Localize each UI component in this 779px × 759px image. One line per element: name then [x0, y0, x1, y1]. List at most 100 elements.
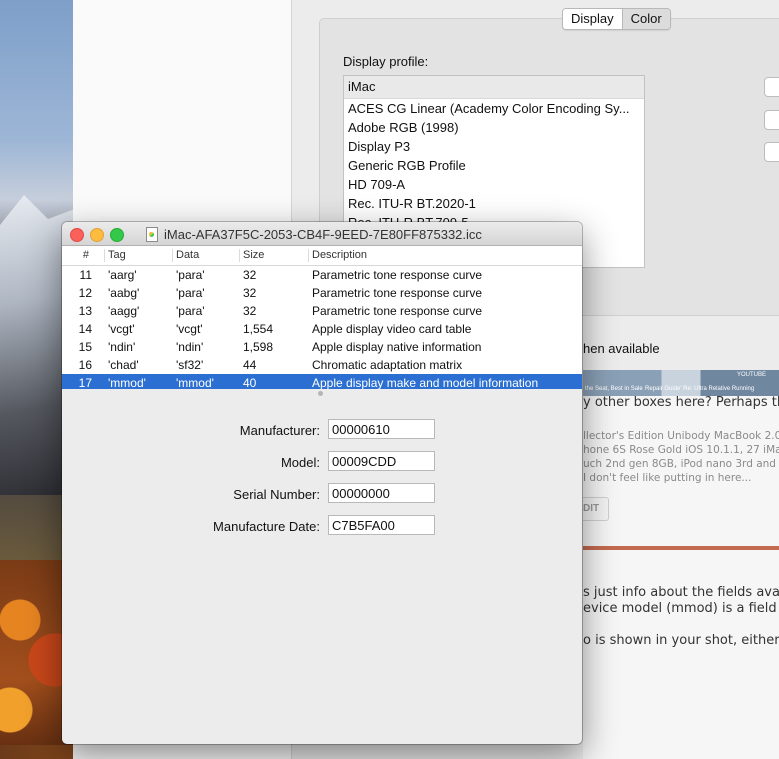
- post-text-line: evice model (mmod) is a field of i: [583, 601, 779, 616]
- model-field[interactable]: [328, 451, 435, 471]
- profile-list-item[interactable]: Rec. ITU-R BT.2020-1: [344, 194, 644, 213]
- cell-tag: 'aabg': [108, 286, 140, 300]
- segment-color[interactable]: Color: [622, 9, 670, 29]
- close-window-button[interactable]: [70, 228, 84, 242]
- cell-size: 1,598: [243, 340, 274, 354]
- cell-number: 12: [78, 286, 92, 300]
- cell-data: 'para': [176, 286, 205, 300]
- table-row[interactable]: 12 'aabg' 'para' 32 Parametric tone response…: [62, 284, 582, 302]
- profile-list-item[interactable]: Generic RGB Profile: [344, 156, 644, 175]
- cell-size: 32: [243, 268, 257, 282]
- post-text-line: o is shown in your shot, either.: [583, 633, 779, 648]
- signature-line: hone 6S Rose Gold iOS 10.1.1, 27 iMac: [583, 444, 779, 456]
- cell-description: Apple display video card table: [312, 322, 472, 336]
- edit-button[interactable]: DIT: [583, 497, 609, 521]
- signature-line: llector's Edition Unibody MacBook 2.0 C: [583, 430, 779, 442]
- webpage-fragment: the Seat, Best in Sale Repair Guide' Re:…: [583, 370, 779, 759]
- webpage-line: y other boxes here? Perhaps the: [583, 395, 779, 410]
- webpage-thumbnails[interactable]: the Seat, Best in Sale Repair Guide' Re:…: [583, 370, 779, 396]
- thumb-caption-right: YOUTUBE: [737, 372, 767, 378]
- cell-size: 40: [243, 376, 257, 389]
- profile-list-item[interactable]: HD 709-A: [344, 175, 644, 194]
- serial-number-label: Serial Number:: [233, 487, 320, 502]
- icc-inspector-window: iMac-AFA37F5C-2053-CB4F-9EED-7E80FF87533…: [62, 222, 582, 744]
- tag-table-header: # Tag Data Size Description: [62, 246, 582, 266]
- cell-tag: 'mmod': [108, 376, 146, 389]
- column-header-size[interactable]: Size: [243, 246, 264, 264]
- signature-line: uch 2nd gen 8GB, iPod nano 3rd and 4: [583, 458, 779, 470]
- window-titlebar[interactable]: iMac-AFA37F5C-2053-CB4F-9EED-7E80FF87533…: [62, 222, 582, 246]
- column-header-number[interactable]: #: [62, 246, 89, 264]
- cell-number: 11: [79, 268, 92, 282]
- cell-tag: 'aarg': [108, 268, 137, 282]
- post-text-line: s just info about the fields availa: [583, 585, 779, 600]
- cell-number: 15: [78, 340, 92, 354]
- tag-table-body: 11 'aarg' 'para' 32 Parametric tone response…: [62, 266, 582, 389]
- column-header-tag[interactable]: Tag: [108, 246, 126, 264]
- thumb-caption-mid: Repair Guide' Re: Ultra Relative Running: [645, 386, 755, 392]
- window-title: iMac-AFA37F5C-2053-CB4F-9EED-7E80FF87533…: [146, 225, 482, 243]
- cell-description: Chromatic adaptation matrix: [312, 358, 463, 372]
- signature-line: I don't feel like putting in here...: [583, 472, 752, 484]
- serial-number-field[interactable]: [328, 483, 435, 503]
- minimize-window-button[interactable]: [90, 228, 104, 242]
- delete-profile-button[interactable]: [764, 110, 779, 130]
- post-divider: [583, 546, 779, 550]
- cell-description: Parametric tone response curve: [312, 304, 483, 318]
- column-separator[interactable]: [308, 249, 309, 262]
- cell-tag: 'vcgt': [108, 322, 135, 336]
- column-header-description[interactable]: Description: [312, 246, 367, 264]
- cell-data: 'vcgt': [176, 322, 203, 336]
- cell-number: 16: [78, 358, 92, 372]
- cell-data: 'ndin': [176, 340, 204, 354]
- manufacturer-label: Manufacturer:: [239, 423, 320, 438]
- when-available-text: hen available: [583, 341, 660, 356]
- column-header-data[interactable]: Data: [176, 246, 199, 264]
- manufacturer-field[interactable]: [328, 419, 435, 439]
- profile-list-item[interactable]: Adobe RGB (1998): [344, 118, 644, 137]
- window-title-text: iMac-AFA37F5C-2053-CB4F-9EED-7E80FF87533…: [164, 226, 482, 242]
- cell-tag: 'ndin': [108, 340, 136, 354]
- calibrate-button[interactable]: [764, 142, 779, 162]
- cell-size: 32: [243, 304, 257, 318]
- cell-tag: 'chad': [108, 358, 139, 372]
- cell-description: Apple display native information: [312, 340, 482, 354]
- cell-data: 'para': [176, 304, 205, 318]
- cell-number: 13: [78, 304, 92, 318]
- model-label: Model:: [280, 455, 320, 470]
- cell-description: Parametric tone response curve: [312, 268, 483, 282]
- table-row[interactable]: 13 'aagg' 'para' 32 Parametric tone response…: [62, 302, 582, 320]
- cell-size: 44: [243, 358, 257, 372]
- icc-document-icon[interactable]: [146, 226, 158, 242]
- cell-number: 17: [78, 376, 92, 389]
- cell-data: 'para': [176, 268, 205, 282]
- table-row[interactable]: 17 'mmod' 'mmod' 40 Apple display make and m…: [62, 374, 582, 389]
- open-profile-button[interactable]: [764, 77, 779, 97]
- cell-size: 32: [243, 286, 257, 300]
- column-separator[interactable]: [172, 249, 173, 262]
- cell-tag: 'aagg': [108, 304, 140, 318]
- zoom-window-button[interactable]: [110, 228, 124, 242]
- column-separator[interactable]: [104, 249, 105, 262]
- column-separator[interactable]: [239, 249, 240, 262]
- table-row[interactable]: 11 'aarg' 'para' 32 Parametric tone response…: [62, 266, 582, 284]
- cell-description: Parametric tone response curve: [312, 286, 483, 300]
- manufacture-date-label: Manufacture Date:: [213, 519, 320, 534]
- cell-number: 14: [78, 322, 92, 336]
- table-row[interactable]: 16 'chad' 'sf32' 44 Chromatic adaptation mat…: [62, 356, 582, 374]
- cell-data: 'sf32': [176, 358, 204, 372]
- profile-list-item[interactable]: Display P3: [344, 137, 644, 156]
- display-color-segmented-control[interactable]: Display Color: [562, 8, 671, 30]
- thumb-caption-left: the Seat, Best in Sale: [585, 386, 643, 392]
- cell-data: 'mmod': [176, 376, 214, 389]
- profile-list-header[interactable]: iMac: [344, 76, 644, 99]
- manufacture-date-field[interactable]: [328, 515, 435, 535]
- display-profile-label: Display profile:: [343, 54, 429, 69]
- split-view-divider-handle[interactable]: [318, 391, 323, 396]
- profile-list-item[interactable]: ACES CG Linear (Academy Color Encoding S…: [344, 99, 644, 118]
- table-row[interactable]: 15 'ndin' 'ndin' 1,598 Apple display native …: [62, 338, 582, 356]
- table-row[interactable]: 14 'vcgt' 'vcgt' 1,554 Apple display video c…: [62, 320, 582, 338]
- segment-display[interactable]: Display: [563, 9, 623, 29]
- tag-table[interactable]: # Tag Data Size Description 11 'aarg' 'par…: [62, 246, 582, 389]
- cell-size: 1,554: [243, 322, 274, 336]
